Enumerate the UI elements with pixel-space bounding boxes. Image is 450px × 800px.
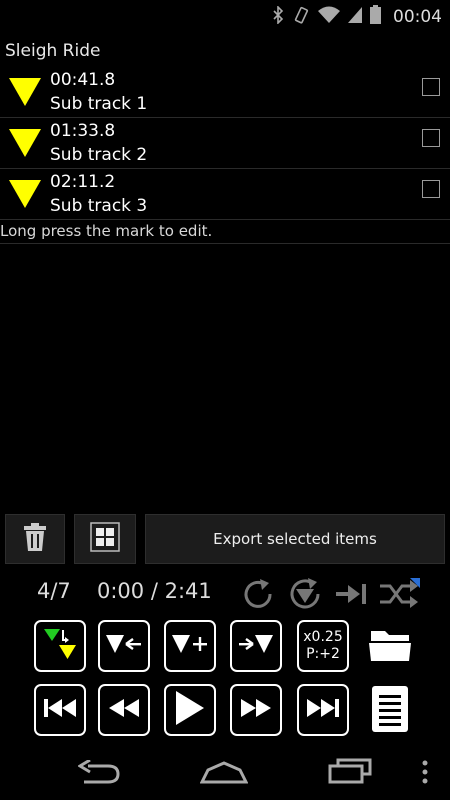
navigation-bar bbox=[0, 748, 450, 800]
speed-value: x0.25 bbox=[303, 629, 343, 645]
mark-checkbox[interactable] bbox=[422, 78, 440, 96]
shuffle-icon[interactable] bbox=[380, 574, 420, 614]
green-yellow-mark-icon bbox=[43, 627, 77, 665]
mark-left-arrow-icon bbox=[106, 633, 142, 659]
action-bar: Export selected items bbox=[0, 514, 450, 564]
track-title: Sleigh Ride bbox=[5, 41, 101, 61]
trash-icon bbox=[24, 523, 46, 555]
fast-forward-button[interactable] bbox=[230, 684, 282, 736]
mark-forward-button[interactable] bbox=[230, 620, 282, 672]
folder-icon[interactable] bbox=[369, 627, 413, 667]
signal-icon bbox=[348, 6, 362, 28]
recent-apps-icon[interactable] bbox=[328, 758, 372, 788]
mark-back-button[interactable] bbox=[98, 620, 150, 672]
bluetooth-icon bbox=[272, 4, 284, 28]
select-all-button[interactable] bbox=[74, 514, 136, 564]
skip-to-mark-icon[interactable] bbox=[336, 578, 370, 614]
status-time: 00:04 bbox=[393, 6, 442, 27]
mark-triangle-icon[interactable] bbox=[9, 129, 41, 161]
battery-icon bbox=[370, 5, 381, 28]
mark-plus-icon bbox=[172, 633, 208, 659]
mark-name: Sub track 3 bbox=[50, 196, 148, 216]
skip-previous-icon bbox=[44, 698, 76, 722]
add-mark-button[interactable] bbox=[164, 620, 216, 672]
play-icon bbox=[176, 691, 204, 729]
mark-time: 02:11.2 bbox=[50, 172, 116, 192]
status-bar: 00:04 bbox=[0, 0, 450, 33]
right-arrow-mark-icon bbox=[238, 633, 274, 659]
wifi-icon bbox=[318, 6, 340, 28]
mark-row[interactable]: 02:11.2 Sub track 3 bbox=[0, 169, 450, 220]
export-label: Export selected items bbox=[213, 530, 377, 548]
pitch-value: P:+2 bbox=[306, 646, 340, 662]
mark-checkbox[interactable] bbox=[422, 129, 440, 147]
mark-row[interactable]: 00:41.8 Sub track 1 bbox=[0, 67, 450, 118]
rewind-icon bbox=[109, 698, 139, 722]
vibrate-icon bbox=[292, 6, 310, 28]
mark-list: 00:41.8 Sub track 1 01:33.8 Sub track 2 … bbox=[0, 67, 450, 220]
skip-next-icon bbox=[307, 698, 339, 722]
delete-button[interactable] bbox=[5, 514, 65, 564]
rewind-button[interactable] bbox=[98, 684, 150, 736]
track-position: 4/7 bbox=[37, 579, 71, 603]
export-button[interactable]: Export selected items bbox=[145, 514, 445, 564]
overflow-menu-icon[interactable] bbox=[422, 760, 428, 788]
play-button[interactable] bbox=[164, 684, 216, 736]
mark-name: Sub track 2 bbox=[50, 145, 148, 165]
skip-previous-button[interactable] bbox=[34, 684, 86, 736]
fast-forward-icon bbox=[241, 698, 271, 722]
mark-triangle-icon[interactable] bbox=[9, 180, 41, 212]
hint-text: Long press the mark to edit. bbox=[0, 221, 450, 244]
add-mark-color-button[interactable] bbox=[34, 620, 86, 672]
progress-row: 4/7 0:00 / 2:41 bbox=[0, 572, 450, 612]
grid-icon bbox=[90, 522, 120, 556]
home-nav-icon[interactable] bbox=[199, 760, 249, 788]
mark-time: 01:33.8 bbox=[50, 121, 116, 141]
playlist-icon[interactable] bbox=[372, 686, 408, 736]
speed-pitch-button[interactable]: x0.25 P:+2 bbox=[297, 620, 349, 672]
mark-triangle-icon[interactable] bbox=[9, 78, 41, 110]
time-display: 0:00 / 2:41 bbox=[97, 579, 212, 603]
mark-row[interactable]: 01:33.8 Sub track 2 bbox=[0, 118, 450, 169]
repeat-one-icon[interactable] bbox=[240, 578, 276, 614]
mark-name: Sub track 1 bbox=[50, 94, 148, 114]
mark-time: 00:41.8 bbox=[50, 70, 116, 90]
skip-next-button[interactable] bbox=[297, 684, 349, 736]
repeat-mark-icon[interactable] bbox=[286, 578, 326, 614]
back-nav-icon[interactable] bbox=[77, 758, 122, 788]
mark-checkbox[interactable] bbox=[422, 180, 440, 198]
